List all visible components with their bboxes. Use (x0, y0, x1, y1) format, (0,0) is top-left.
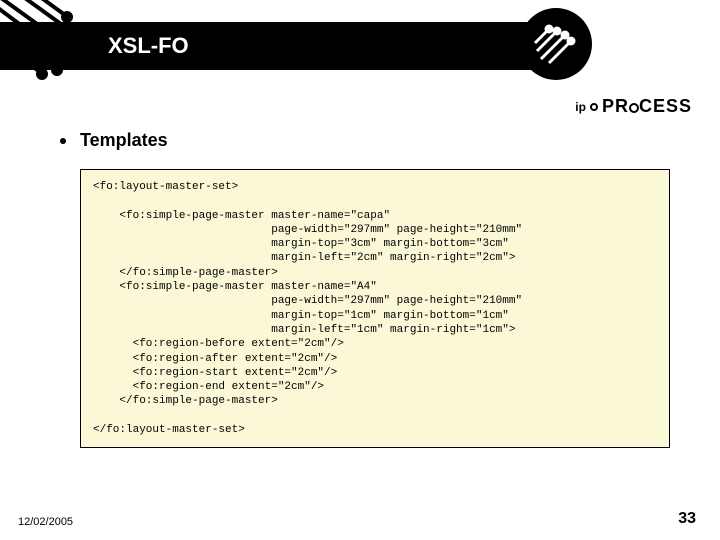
code-line: <fo:layout-master-set> (93, 181, 238, 193)
code-line: margin-top="1cm" margin-bottom="1cm" (93, 310, 509, 322)
header-bar: XSL-FO (0, 22, 580, 70)
code-line: <fo:region-after extent="2cm"/> (93, 353, 337, 365)
brand-prefix: ip (575, 100, 586, 114)
page-title: XSL-FO (108, 33, 189, 59)
footer-date: 12/02/2005 (18, 516, 73, 528)
code-line: margin-left="1cm" margin-right="1cm"> (93, 324, 515, 336)
code-line: </fo:simple-page-master> (93, 267, 278, 279)
brand-text: PRCESS (602, 96, 692, 117)
footer: 12/02/2005 33 (18, 510, 696, 528)
bullet-item: Templates (50, 130, 690, 151)
code-line: margin-top="3cm" margin-bottom="3cm" (93, 238, 509, 250)
code-line: </fo:simple-page-master> (93, 395, 278, 407)
brand-logo: ip PRCESS (575, 96, 692, 117)
code-line: <fo:region-start extent="2cm"/> (93, 367, 337, 379)
code-line: page-width="297mm" page-height="210mm" (93, 295, 522, 307)
brand-dot-icon (590, 103, 598, 111)
code-line: </fo:layout-master-set> (93, 424, 245, 436)
code-line: <fo:region-before extent="2cm"/> (93, 338, 344, 350)
content-area: Templates <fo:layout-master-set> <fo:sim… (50, 130, 690, 448)
bullet-label: Templates (80, 130, 168, 151)
code-line: <fo:region-end extent="2cm"/> (93, 381, 324, 393)
code-line: <fo:simple-page-master master-name="A4" (93, 281, 377, 293)
code-block: <fo:layout-master-set> <fo:simple-page-m… (80, 169, 670, 448)
code-line: <fo:simple-page-master master-name="capa… (93, 210, 390, 222)
code-line: margin-left="2cm" margin-right="2cm"> (93, 252, 515, 264)
code-line: page-width="297mm" page-height="210mm" (93, 224, 522, 236)
corner-logo-icon (520, 8, 592, 80)
page-number: 33 (678, 510, 696, 528)
bullet-dot-icon (60, 138, 66, 144)
